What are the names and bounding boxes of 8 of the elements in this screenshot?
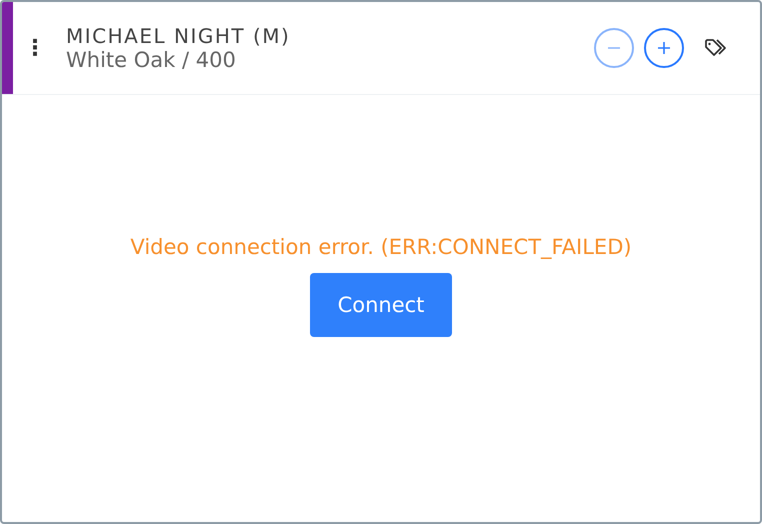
error-message: Video connection error. (ERR:CONNECT_FAILED) [130,235,632,259]
patient-name: MICHAEL NIGHT (M) [66,24,290,48]
connect-button[interactable]: Connect [310,273,452,337]
plus-icon [657,41,671,55]
location-text: White Oak / 400 [66,48,237,72]
menu-button[interactable]: ⋮ [18,36,52,60]
zoom-in-button[interactable] [644,28,684,68]
tags-icon[interactable] [704,38,728,58]
